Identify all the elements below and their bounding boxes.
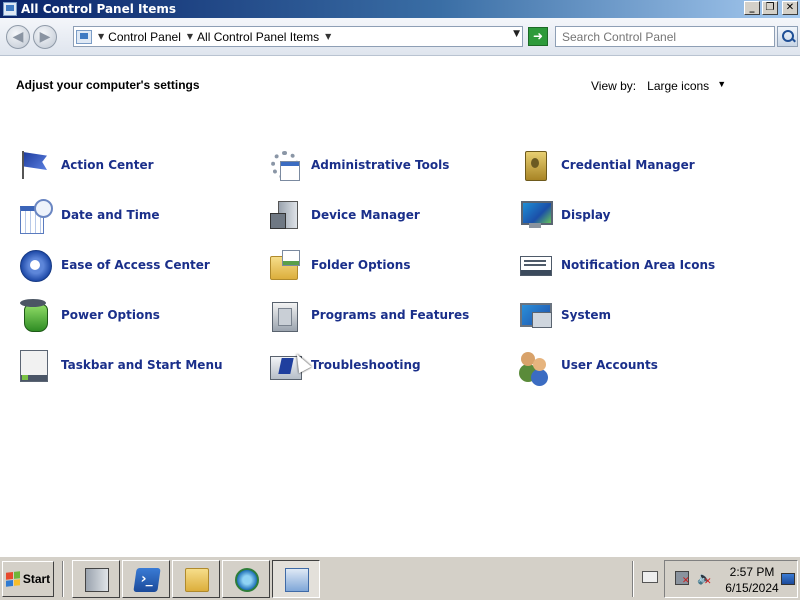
item-label[interactable]: User Accounts	[561, 358, 658, 372]
system-tray: 🔈 2:57 PM 6/15/2024	[664, 560, 798, 598]
item-notification-area-icons[interactable]: Notification Area Icons	[518, 248, 715, 282]
item-ease-of-access-center[interactable]: Ease of Access Center	[18, 248, 210, 282]
navigation-bar: ◀ ▶ ▼ Control Panel ▼ All Control Panel …	[0, 18, 800, 56]
ease-of-access-icon	[18, 248, 52, 282]
taskbar-start-menu-icon	[18, 348, 52, 382]
page-title: Adjust your computer's settings	[16, 78, 200, 92]
breadcrumb-control-panel[interactable]: Control Panel	[108, 30, 181, 44]
restore-button[interactable]: ❐	[762, 1, 778, 15]
item-administrative-tools[interactable]: Administrative Tools	[268, 148, 449, 182]
window-title-bar[interactable]: All Control Panel Items _ ❐ ✕	[0, 0, 800, 18]
windows-explorer-taskbar-button[interactable]	[172, 560, 220, 598]
item-user-accounts[interactable]: User Accounts	[518, 348, 658, 382]
breadcrumb-chevron-icon[interactable]: ▼	[325, 32, 331, 41]
item-action-center[interactable]: Action Center	[18, 148, 154, 182]
item-folder-options[interactable]: Folder Options	[268, 248, 410, 282]
system-computer-icon	[518, 298, 552, 332]
administrative-tools-icon	[268, 148, 302, 182]
keyboard-language-icon[interactable]	[642, 571, 658, 583]
item-programs-and-features[interactable]: Programs and Features	[268, 298, 469, 332]
search-icon[interactable]	[777, 26, 798, 47]
taskbar: Start ›_ 🔈 2:57 PM 6/15/2024	[0, 556, 800, 600]
volume-muted-icon[interactable]: 🔈	[697, 571, 712, 589]
item-label[interactable]: Date and Time	[61, 208, 159, 222]
powershell-taskbar-button[interactable]: ›_	[122, 560, 170, 598]
item-label[interactable]: Device Manager	[311, 208, 420, 222]
control-panel-icon	[285, 568, 309, 592]
programs-and-features-icon	[268, 298, 302, 332]
control-panel-address-icon	[76, 29, 92, 44]
taskbar-separator	[62, 561, 64, 597]
user-accounts-icon	[518, 348, 552, 382]
close-button[interactable]: ✕	[782, 1, 798, 15]
item-label[interactable]: Taskbar and Start Menu	[61, 358, 223, 372]
show-desktop-icon[interactable]	[781, 573, 795, 585]
breadcrumb-all-control-panel-items[interactable]: All Control Panel Items	[197, 30, 319, 44]
item-label[interactable]: Action Center	[61, 158, 154, 172]
item-power-options[interactable]: Power Options	[18, 298, 160, 332]
view-by-dropdown[interactable]: Large icons	[647, 79, 709, 93]
refresh-go-button[interactable]: ➜	[528, 27, 548, 46]
date-and-time-calendar-clock-icon	[18, 198, 53, 234]
window-title: All Control Panel Items	[21, 2, 177, 16]
window-controls: _ ❐ ✕	[744, 1, 798, 15]
item-system[interactable]: System	[518, 298, 611, 332]
minimize-button[interactable]: _	[744, 1, 760, 15]
item-troubleshooting[interactable]: Troubleshooting	[268, 348, 421, 382]
control-panel-taskbar-button[interactable]	[272, 560, 320, 598]
action-center-flag-icon	[18, 148, 52, 182]
view-by-control[interactable]: View by: Large icons ▼	[591, 79, 726, 93]
server-manager-icon	[85, 568, 109, 592]
address-bar[interactable]: ▼ Control Panel ▼ All Control Panel Item…	[73, 26, 523, 47]
item-label[interactable]: Ease of Access Center	[61, 258, 210, 272]
clock-date[interactable]: 6/15/2024	[721, 581, 783, 595]
windows-explorer-icon	[185, 568, 209, 592]
breadcrumb-chevron-icon[interactable]: ▼	[98, 32, 104, 41]
item-taskbar-and-start-menu[interactable]: Taskbar and Start Menu	[18, 348, 223, 382]
device-manager-icon	[268, 198, 302, 232]
windows-logo-icon	[5, 571, 20, 587]
item-label[interactable]: System	[561, 308, 611, 322]
powershell-icon: ›_	[133, 568, 161, 592]
chevron-down-icon[interactable]: ▼	[717, 79, 726, 93]
notification-area-icon	[518, 248, 552, 282]
internet-explorer-taskbar-button[interactable]	[222, 560, 270, 598]
view-by-label: View by:	[591, 79, 637, 93]
item-label[interactable]: Notification Area Icons	[561, 258, 715, 272]
forward-button[interactable]: ▶	[33, 25, 57, 49]
internet-explorer-icon	[235, 568, 259, 592]
item-display[interactable]: Display	[518, 198, 610, 232]
item-date-and-time[interactable]: Date and Time	[18, 198, 159, 234]
item-device-manager[interactable]: Device Manager	[268, 198, 420, 232]
item-label[interactable]: Power Options	[61, 308, 160, 322]
power-options-battery-icon	[18, 298, 52, 332]
network-disconnected-icon[interactable]	[675, 571, 690, 586]
search-input[interactable]	[555, 26, 775, 47]
item-label[interactable]: Credential Manager	[561, 158, 695, 172]
back-button[interactable]: ◀	[6, 25, 30, 49]
clock-time[interactable]: 2:57 PM	[726, 565, 778, 579]
display-monitor-icon	[518, 198, 553, 232]
taskbar-separator	[632, 561, 634, 597]
server-manager-taskbar-button[interactable]	[72, 560, 120, 598]
start-label: Start	[22, 572, 51, 586]
item-label[interactable]: Programs and Features	[311, 308, 469, 322]
breadcrumb-chevron-icon[interactable]: ▼	[187, 32, 193, 41]
folder-options-icon	[268, 248, 302, 282]
item-label[interactable]: Troubleshooting	[311, 358, 421, 372]
item-label[interactable]: Display	[561, 208, 610, 222]
credential-manager-vault-icon	[518, 148, 552, 182]
item-label[interactable]: Folder Options	[311, 258, 410, 272]
address-history-dropdown-icon[interactable]: ▼	[513, 29, 520, 39]
item-label[interactable]: Administrative Tools	[311, 158, 449, 172]
start-button[interactable]: Start	[2, 561, 54, 597]
item-credential-manager[interactable]: Credential Manager	[518, 148, 695, 182]
control-panel-app-icon	[3, 2, 17, 16]
